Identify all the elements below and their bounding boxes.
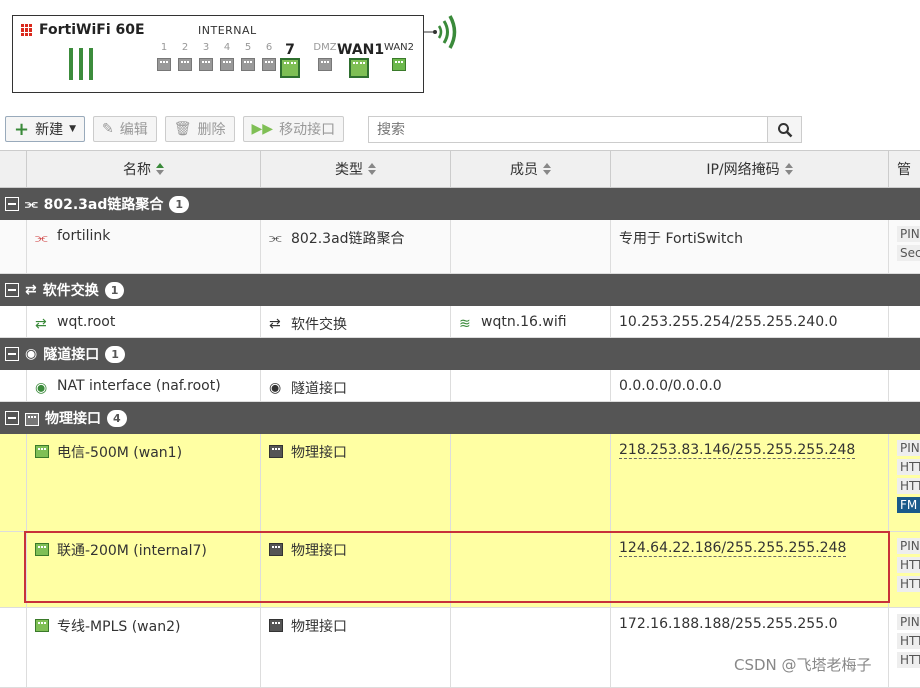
ethernet-port-icon [269,445,283,458]
ethernet-port-icon [25,413,39,426]
move-interface-button[interactable]: ▶▶ 移动接口 [242,116,345,142]
watermark: CSDN @飞塔老梅子 [734,656,872,674]
shuffle-icon: ⇄ [25,282,37,298]
port-6[interactable]: 6 [260,42,278,71]
col-type[interactable]: 类型 [261,151,451,187]
device-name: FortiWiFi 60E [39,22,145,38]
pencil-icon: ✎ [102,121,114,137]
search-input[interactable] [369,117,767,142]
col-members[interactable]: 成员 [451,151,611,187]
internal-label: INTERNAL [198,24,257,37]
aggregate-icon: ⫘ [25,196,38,212]
port-dmz[interactable]: DMZ [311,42,339,71]
aggregate-icon: ⫘ [269,230,282,246]
port-1[interactable]: 1 [155,42,173,71]
group-aggregate[interactable]: ⫘ 802.3ad链路聚合 1 [0,188,920,220]
group-count: 4 [107,409,127,427]
search-button[interactable] [767,117,801,142]
device-brand: FortiWiFi 60E [21,22,145,38]
table-row[interactable]: ◉ NAT interface (naf.root) ◉ 隧道接口 0.0.0.0/… [0,370,920,402]
shuffle-icon: ⇄ [269,316,281,332]
ethernet-port-icon [269,543,283,556]
col-admin[interactable]: 管 [889,151,920,187]
aggregate-icon: ⫘ [35,230,48,246]
sort-icon [543,163,551,175]
port-5[interactable]: 5 [239,42,257,71]
shuffle-icon: ⇄ [35,316,47,332]
col-toggle [0,151,27,187]
toolbar: + 新建 ▼ ✎ 编辑 🗑 删除 ▶▶ 移动接口 [5,116,345,142]
ethernet-port-icon [35,543,49,556]
wifi-signal-icon [424,15,457,49]
edit-button[interactable]: ✎ 编辑 [93,116,157,142]
ethernet-port-icon [35,619,49,632]
tunnel-icon: ◉ [25,346,38,362]
port-7[interactable]: 7 [279,42,301,78]
table-row[interactable]: ⫘ fortilink ⫘ 802.3ad链路聚合 专用于 FortiSwitch … [0,220,920,274]
search-icon [777,122,792,137]
group-tunnel[interactable]: ◉ 隧道接口 1 [0,338,920,370]
port-wan1[interactable]: WAN1 [337,42,384,78]
port-2[interactable]: 2 [176,42,194,71]
table-header: 名称 类型 成员 IP/网络掩码 管 [0,150,920,188]
tunnel-icon: ◉ [35,380,48,396]
col-ip[interactable]: IP/网络掩码 [611,151,889,187]
collapse-icon[interactable] [5,283,19,297]
port-3[interactable]: 3 [197,42,215,71]
new-button[interactable]: + 新建 ▼ [5,116,86,142]
interface-table: 名称 类型 成员 IP/网络掩码 管 ⫘ 802.3ad链路聚合 1 ⫘ fort… [0,150,920,688]
sort-icon [368,163,376,175]
collapse-icon[interactable] [5,347,19,361]
tunnel-icon: ◉ [269,380,282,396]
group-physical[interactable]: 物理接口 4 [0,402,920,434]
sort-icon [156,163,164,175]
trash-icon: 🗑 [173,121,192,137]
sort-icon [784,163,793,175]
table-row[interactable]: ⇄ wqt.root ⇄ 软件交换 ≋ wqtn.16.wifi 10.253.255… [0,306,920,338]
collapse-icon[interactable] [5,197,19,211]
plus-icon: + [14,118,30,140]
table-row[interactable]: 电信-500M (wan1) 物理接口 218.253.83.146/255.2… [0,434,920,532]
ip-link[interactable]: 124.64.22.186/255.255.255.248 [619,540,847,557]
device-faceplate: FortiWiFi 60E INTERNAL 1 2 3 4 5 6 7 DMZ… [12,15,424,93]
ethernet-port-icon [269,619,283,632]
delete-button[interactable]: 🗑 删除 [164,116,235,142]
port-wan2[interactable]: WAN2 [381,42,417,71]
wifi-icon: ≋ [459,316,471,332]
table-row[interactable]: 专线-MPLS (wan2) 物理接口 172.16.188.188/255.2… [0,608,920,688]
ethernet-port-icon [35,445,49,458]
group-software-switch[interactable]: ⇄ 软件交换 1 [0,274,920,306]
table-row-selected[interactable]: 联通-200M (internal7) 物理接口 124.64.22.186/2… [0,532,920,608]
group-count: 1 [105,345,125,363]
collapse-icon[interactable] [5,411,19,425]
group-count: 1 [169,195,190,213]
ip-link[interactable]: 218.253.83.146/255.255.255.248 [619,442,856,459]
group-count: 1 [104,281,125,299]
power-status-icon [69,48,93,80]
col-name[interactable]: 名称 [27,151,261,187]
fast-forward-icon: ▶▶ [251,121,274,137]
fortinet-logo-icon [21,24,33,36]
port-4[interactable]: 4 [218,42,236,71]
caret-down-icon: ▼ [69,124,77,134]
search-box [368,116,802,143]
